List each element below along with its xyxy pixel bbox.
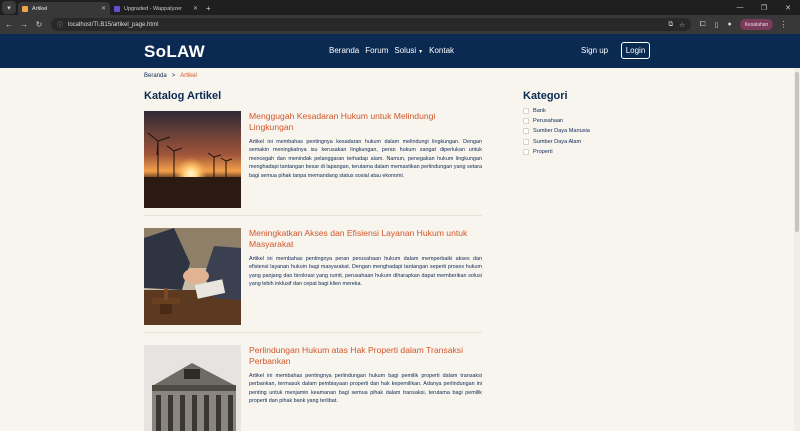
- breadcrumb-separator: >: [171, 73, 176, 79]
- category-label: Sumber Daya Manusia: [533, 128, 590, 135]
- account-icon[interactable]: ●: [727, 21, 731, 28]
- url-text: localhost/TI.B15/artikel_page.html: [68, 21, 159, 28]
- browser-menu-icon[interactable]: ⋮: [779, 20, 787, 29]
- tab-title: Artikel: [32, 5, 48, 12]
- article-summary: Artikel ini membahas pentingnya peran pe…: [249, 256, 482, 288]
- breadcrumb: Beranda > Artikel: [144, 73, 197, 79]
- category-sda[interactable]: Sumber Daya Alam: [523, 137, 590, 147]
- chevron-down-icon: ▼: [418, 49, 424, 55]
- main-nav: Beranda Forum Solusi ▼ Kontak: [329, 46, 460, 55]
- bookmark-star-icon[interactable]: ☆: [679, 21, 685, 29]
- close-window-icon[interactable]: ✕: [776, 0, 800, 15]
- sidebar-title: Kategori: [523, 90, 568, 102]
- close-tab-icon[interactable]: ✕: [193, 5, 198, 12]
- breadcrumb-home[interactable]: Beranda: [144, 73, 167, 79]
- tab-artikel[interactable]: Artikel ✕: [18, 2, 110, 15]
- category-perusahaan[interactable]: Perusahaan: [523, 116, 590, 126]
- article-divider: [144, 215, 482, 216]
- site-header: SoLAW Beranda Forum Solusi ▼ Kontak Sign …: [0, 34, 800, 68]
- tab-favicon-icon: [22, 5, 28, 12]
- article-card[interactable]: Meningkatkan Akses dan Efisiensi Layanan…: [144, 228, 482, 325]
- forward-icon[interactable]: →: [18, 20, 30, 29]
- article-title[interactable]: Meningkatkan Akses dan Efisiensi Layanan…: [249, 228, 482, 250]
- article-summary: Artikel ini membahas pentingnya perlindu…: [249, 373, 482, 405]
- category-checkbox[interactable]: [523, 118, 529, 125]
- scrollbar-thumb[interactable]: [795, 72, 799, 232]
- category-checkbox[interactable]: [523, 138, 529, 145]
- article-image-sunset-turbines[interactable]: [144, 111, 241, 208]
- article-title[interactable]: Perlindungan Hukum atas Hak Properti dal…: [249, 345, 482, 367]
- category-checkbox[interactable]: [523, 128, 529, 135]
- article-image-classical-bank[interactable]: [144, 345, 241, 431]
- article-body: Perlindungan Hukum atas Hak Properti dal…: [249, 345, 482, 431]
- nav-kontak[interactable]: Kontak: [429, 46, 454, 55]
- extensions-icon[interactable]: ⧠: [700, 21, 706, 29]
- nav-solusi-label: Solusi: [394, 46, 417, 55]
- breadcrumb-current: Artikel: [180, 73, 197, 79]
- nav-solusi[interactable]: Solusi ▼: [394, 46, 423, 55]
- category-checkbox[interactable]: [523, 148, 529, 155]
- category-properti[interactable]: Properti: [523, 147, 590, 157]
- article-divider: [144, 332, 482, 333]
- sidepanel-icon[interactable]: ▯: [715, 21, 719, 29]
- article-summary: Artikel ini membahas pentingnya kesadara…: [249, 139, 482, 179]
- reload-icon[interactable]: ↻: [33, 20, 45, 29]
- category-list: Bank Perusahaan Sumber Daya Manusia Sumb…: [523, 106, 590, 157]
- profile-badge[interactable]: Kesalahan: [739, 19, 774, 30]
- address-bar[interactable]: ⓘ localhost/TI.B15/artikel_page.html ⧉ ☆: [51, 18, 691, 31]
- page-title: Katalog Artikel: [144, 90, 222, 102]
- article-title[interactable]: Menggugah Kesadaran Hukum untuk Melindun…: [249, 111, 482, 133]
- category-label: Perusahaan: [533, 118, 564, 125]
- browser-toolbar: ← → ↻ ⓘ localhost/TI.B15/artikel_page.ht…: [0, 15, 800, 34]
- login-button[interactable]: Login: [621, 42, 650, 59]
- new-tab-icon[interactable]: +: [206, 4, 211, 13]
- article-image-handshake-gavel[interactable]: [144, 228, 241, 325]
- category-label: Bank: [533, 108, 546, 115]
- category-label: Sumber Daya Alam: [533, 138, 582, 145]
- close-tab-icon[interactable]: ✕: [101, 5, 106, 12]
- maximize-icon[interactable]: ❐: [752, 0, 776, 15]
- tab-title: Upgraded - Wappalyzer: [124, 5, 182, 12]
- category-label: Properti: [533, 148, 553, 155]
- site-info-icon[interactable]: ⓘ: [57, 20, 63, 29]
- signup-link[interactable]: Sign up: [581, 46, 608, 55]
- category-bank[interactable]: Bank: [523, 106, 590, 116]
- page-scrollbar[interactable]: [794, 68, 800, 431]
- category-sdm[interactable]: Sumber Daya Manusia: [523, 126, 590, 136]
- minimize-icon[interactable]: —: [728, 0, 752, 15]
- article-body: Menggugah Kesadaran Hukum untuk Melindun…: [249, 111, 482, 208]
- article-card[interactable]: Perlindungan Hukum atas Hak Properti dal…: [144, 345, 482, 431]
- article-body: Meningkatkan Akses dan Efisiensi Layanan…: [249, 228, 482, 325]
- browser-tab-bar: ▾ Artikel ✕ Upgraded - Wappalyzer ✕ + — …: [0, 0, 800, 15]
- window-controls: — ❐ ✕: [728, 0, 800, 15]
- article-card[interactable]: Menggugah Kesadaran Hukum untuk Melindun…: [144, 111, 482, 208]
- tab-favicon-icon: [114, 5, 120, 12]
- tab-wappalyzer[interactable]: Upgraded - Wappalyzer ✕: [110, 2, 202, 15]
- back-icon[interactable]: ←: [3, 20, 15, 29]
- tab-search-icon[interactable]: ▾: [2, 1, 16, 14]
- site-logo[interactable]: SoLAW: [144, 42, 205, 62]
- translate-icon[interactable]: ⧉: [669, 21, 674, 29]
- nav-beranda[interactable]: Beranda: [329, 46, 359, 55]
- nav-forum[interactable]: Forum: [365, 46, 388, 55]
- category-checkbox[interactable]: [523, 108, 529, 115]
